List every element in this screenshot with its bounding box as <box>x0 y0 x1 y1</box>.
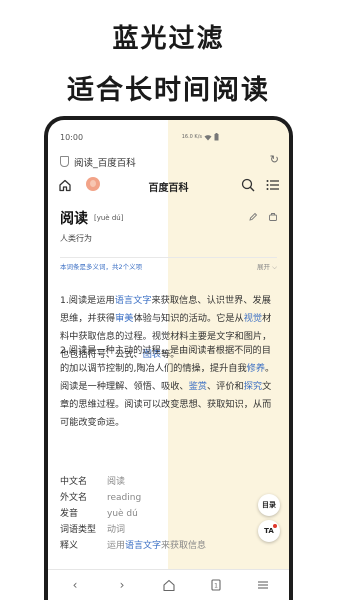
info-key: 外文名 <box>60 493 88 503</box>
share-icon[interactable] <box>268 212 278 222</box>
link-vision[interactable]: 视觉 <box>244 313 262 324</box>
expand-label: 展开 <box>257 263 270 271</box>
reload-icon[interactable]: ↻ <box>270 153 279 166</box>
p2-text-3: 、评价和 <box>207 381 244 392</box>
security-shield-icon <box>60 156 69 167</box>
menu-icon[interactable] <box>256 578 270 592</box>
phone-screen: 10:00 16.0 K/s 阅读_百度百科 ↻ 百度百科 阅读 [yuè dú… <box>48 120 289 600</box>
page-title: 阅读_百度百科 <box>74 158 136 169</box>
tabs-icon[interactable]: 1 <box>209 578 223 592</box>
edit-icon[interactable] <box>248 212 258 222</box>
info-row: 词语类型 动词 <box>60 522 206 538</box>
info-row: 外文名 reading <box>60 490 206 506</box>
link-inquiry[interactable]: 探究 <box>244 381 262 392</box>
definition-text-2: 来获取信息 <box>161 541 207 551</box>
back-icon[interactable]: ‹ <box>68 578 82 592</box>
info-value: 动词 <box>107 525 126 535</box>
info-row: 释义 运用语言文字来获取信息 <box>60 538 206 554</box>
forward-icon[interactable]: › <box>115 578 129 592</box>
font-size-label: TA <box>264 527 274 535</box>
info-value: yuè dú <box>107 509 138 519</box>
polysemy-bar[interactable]: 本词条是多义词，共2个义项 展开 ⌵ <box>60 257 277 272</box>
font-size-button[interactable]: TA <box>258 520 280 542</box>
entry-category: 人类行为 <box>60 234 92 243</box>
status-bar: 10:00 16.0 K/s <box>58 133 279 145</box>
info-row: 发音 yuè dú <box>60 506 206 522</box>
notification-dot <box>273 524 277 528</box>
menu-icon[interactable] <box>266 179 279 191</box>
toc-button[interactable]: 目录 <box>258 494 280 516</box>
p2-text-1: 2.阅读是一种主动的过程，是由阅读者根据不同的目的加以调节控制的,陶冶人们的情操… <box>60 345 271 374</box>
link-appreciation[interactable]: 鉴赏 <box>189 381 207 392</box>
promo-line-2: 适合长时间阅读 <box>67 75 270 106</box>
info-row: 中文名 阅读 <box>60 474 206 490</box>
info-key: 词语类型 <box>60 525 97 535</box>
p1-text-1: 1.阅读是运用 <box>60 295 115 306</box>
toc-label: 目录 <box>262 501 276 509</box>
info-value: 阅读 <box>107 477 126 487</box>
network-rate: 16.0 K/s <box>181 133 202 140</box>
p1-text-3: 体验与知识的活动。它是从 <box>133 313 244 324</box>
phone-frame: 10:00 16.0 K/s 阅读_百度百科 ↻ 百度百科 阅读 [yuè dú… <box>44 116 293 600</box>
basic-info-table: 中文名 阅读 外文名 reading 发音 yuè dú 词语类型 动词 释义 <box>60 474 206 554</box>
svg-text:1: 1 <box>214 583 218 590</box>
browser-bottom-bar: ‹ › 1 <box>48 569 289 600</box>
site-header: 百度百科 <box>48 176 289 196</box>
promo-line-1: 蓝光过滤 <box>112 24 225 54</box>
info-key: 中文名 <box>60 477 88 487</box>
link-language-text[interactable]: 语言文字 <box>115 295 152 306</box>
search-icon[interactable] <box>241 178 255 192</box>
battery-icon <box>214 133 219 141</box>
link-language-text-2[interactable]: 语言文字 <box>125 541 161 551</box>
info-value: reading <box>107 493 142 503</box>
wifi-icon <box>204 134 212 140</box>
info-key: 发音 <box>60 509 79 519</box>
address-bar[interactable]: 阅读_百度百科 ↻ <box>58 153 279 170</box>
link-aesthetics[interactable]: 审美 <box>115 313 133 324</box>
entry-pinyin: [yuè dú] <box>94 214 124 222</box>
expand-button[interactable]: 展开 ⌵ <box>257 261 277 272</box>
polysemy-note: 本词条是多义词，共2个义项 <box>60 263 143 271</box>
definition-text-1: 运用 <box>107 541 126 551</box>
info-value: 运用语言文字来获取信息 <box>107 538 206 554</box>
status-time: 10:00 <box>60 133 84 142</box>
status-icons: 16.0 K/s <box>182 133 219 141</box>
info-key: 释义 <box>60 541 79 551</box>
home-icon[interactable] <box>162 578 176 592</box>
entry-headword: 阅读 <box>60 211 88 227</box>
paragraph-2: 2.阅读是一种主动的过程，是由阅读者根据不同的目的加以调节控制的,陶冶人们的情操… <box>60 342 280 432</box>
link-cultivation[interactable]: 修养 <box>247 363 265 374</box>
